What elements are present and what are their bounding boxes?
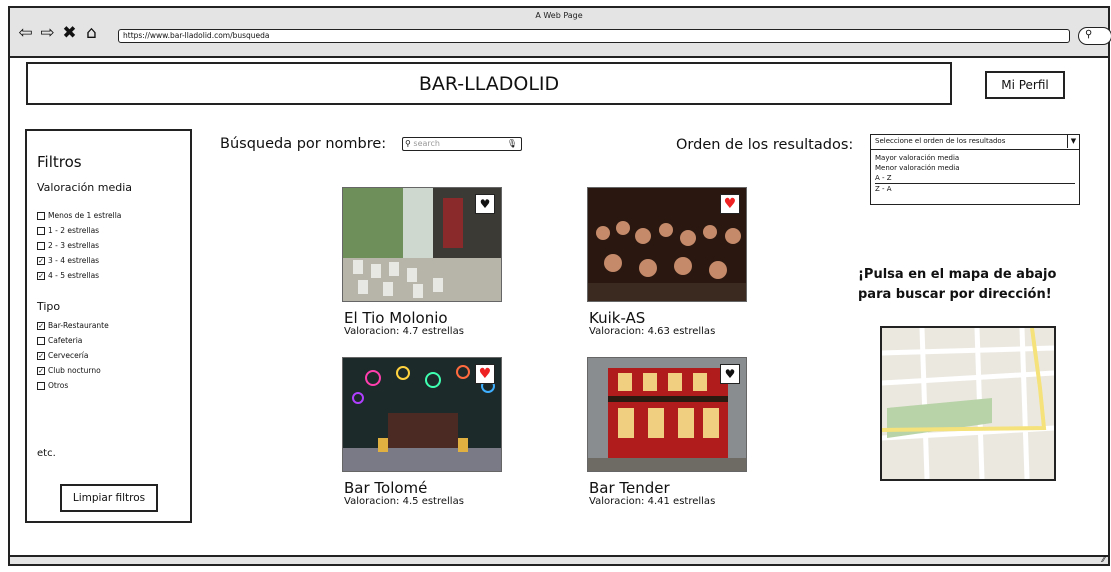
close-icon[interactable]: ✖	[60, 23, 79, 43]
add-favorite-icon[interactable]: ♥︎	[720, 364, 740, 384]
type-option-4[interactable]: Otros	[37, 381, 68, 390]
resize-grip-icon[interactable]: ⁄⁄	[1102, 556, 1105, 564]
checkbox-checked[interactable]: ✓	[37, 351, 45, 360]
filters-etc: etc.	[37, 448, 56, 459]
nav-buttons: ⇦ ⇨ ✖ ⌂	[16, 23, 101, 43]
site-header: BAR-LLADOLID	[26, 62, 952, 105]
rating-option-0[interactable]: Menos de 1 estrella	[37, 211, 121, 220]
url-bar[interactable]: https://www.bar-lladolid.com/busqueda	[118, 29, 1070, 43]
checkbox-label: 1 - 2 estrellas	[48, 226, 100, 235]
browser-titlebar: A Web Page ⇦ ⇨ ✖ ⌂ https://www.bar-llado…	[10, 8, 1111, 58]
bar-name[interactable]: Kuik-AS	[589, 309, 645, 327]
checkbox[interactable]	[37, 381, 45, 390]
order-option[interactable]: A - Z	[875, 173, 1075, 183]
checkbox-label: Menos de 1 estrella	[48, 211, 122, 220]
checkbox[interactable]	[37, 336, 45, 345]
bar-rating: Valoracion: 4.41 estrellas	[589, 496, 716, 507]
status-bar: ⁄⁄	[10, 555, 1108, 564]
window-title: A Web Page	[535, 11, 583, 20]
order-option[interactable]: Mayor valoración media	[875, 153, 1075, 163]
filters-title: Filtros	[37, 153, 82, 171]
checkbox[interactable]	[37, 211, 45, 220]
type-option-0[interactable]: ✓ Bar-Restaurante	[37, 321, 109, 330]
type-section-title: Tipo	[37, 300, 61, 313]
search-label: Búsqueda por nombre:	[220, 136, 387, 152]
checkbox-label: 2 - 3 estrellas	[48, 241, 100, 250]
bar-name[interactable]: El Tio Molonio	[344, 309, 448, 327]
rating-option-1[interactable]: 1 - 2 estrellas	[37, 226, 99, 235]
checkbox-label: Cafeteria	[48, 336, 83, 345]
order-option[interactable]: Z - A	[875, 184, 1075, 194]
clear-filters-button[interactable]: Limpiar filtros	[60, 484, 158, 512]
search-icon[interactable]: ⚲	[1078, 27, 1111, 45]
checkbox-label: 4 - 5 estrellas	[48, 271, 100, 280]
order-option[interactable]: Menor valoración media	[875, 163, 1075, 173]
rating-section-title: Valoración media	[37, 181, 133, 194]
checkbox-checked[interactable]: ✓	[37, 256, 45, 265]
result-card[interactable]: ♥︎ El Tio Molonio Valoracion: 4.7 estrel…	[342, 187, 542, 347]
result-card[interactable]: ♥ Kuik-AS Valoracion: 4.63 estrellas	[587, 187, 787, 347]
forward-icon[interactable]: ⇨	[38, 23, 57, 43]
bar-photo[interactable]: ♥	[587, 187, 747, 302]
favorite-heart-icon[interactable]: ♥	[475, 364, 495, 384]
bar-name[interactable]: Bar Tender	[589, 479, 670, 497]
bar-photo[interactable]: ♥	[342, 357, 502, 472]
checkbox-checked[interactable]: ✓	[37, 366, 45, 375]
checkbox[interactable]	[37, 241, 45, 250]
address-map[interactable]	[880, 326, 1056, 481]
map-prompt: ¡Pulsa en el mapa de abajo para buscar p…	[858, 267, 1057, 302]
search-icon: ⚲	[405, 139, 411, 148]
type-option-1[interactable]: Cafeteria	[37, 336, 82, 345]
type-option-3[interactable]: ✓ Club nocturno	[37, 366, 101, 375]
bar-rating: Valoracion: 4.63 estrellas	[589, 326, 716, 337]
checkbox-checked[interactable]: ✓	[37, 321, 45, 330]
favorite-heart-icon[interactable]: ♥	[720, 194, 740, 214]
bar-name[interactable]: Bar Tolomé	[344, 479, 427, 497]
rating-option-2[interactable]: 2 - 3 estrellas	[37, 241, 99, 250]
map-image	[882, 328, 1054, 479]
order-label: Orden de los resultados:	[676, 137, 854, 153]
search-placeholder: search	[413, 139, 440, 148]
rating-option-3[interactable]: ✓ 3 - 4 estrellas	[37, 256, 99, 265]
bar-rating: Valoracion: 4.7 estrellas	[344, 326, 464, 337]
back-icon[interactable]: ⇦	[16, 23, 35, 43]
checkbox-label: Club nocturno	[48, 366, 101, 375]
checkbox[interactable]	[37, 226, 45, 235]
result-card[interactable]: ♥︎ Bar Tender Valoracion: 4.41 estrellas	[587, 357, 787, 517]
bar-rating: Valoracion: 4.5 estrellas	[344, 496, 464, 507]
chevron-down-icon[interactable]: ▼	[1067, 135, 1079, 148]
site-title: BAR-LLADOLID	[418, 73, 560, 95]
order-dropdown-list: Mayor valoración media Menor valoración …	[870, 150, 1080, 205]
rating-option-4[interactable]: ✓ 4 - 5 estrellas	[37, 271, 99, 280]
bar-photo[interactable]: ♥︎	[342, 187, 502, 302]
checkbox-label: Cervecería	[48, 351, 89, 360]
filters-panel: Filtros Valoración media Menos de 1 estr…	[25, 129, 192, 523]
order-selected-value: Seleccione el orden de los resultados	[875, 137, 1006, 145]
add-favorite-icon[interactable]: ♥︎	[475, 194, 495, 214]
order-select[interactable]: Seleccione el orden de los resultados ▼	[870, 134, 1080, 150]
checkbox-label: Bar-Restaurante	[48, 321, 109, 330]
checkbox-label: 3 - 4 estrellas	[48, 256, 100, 265]
type-option-2[interactable]: ✓ Cervecería	[37, 351, 89, 360]
checkbox-label: Otros	[48, 381, 69, 390]
home-icon[interactable]: ⌂	[82, 23, 101, 43]
bar-photo[interactable]: ♥︎	[587, 357, 747, 472]
checkbox-checked[interactable]: ✓	[37, 271, 45, 280]
search-input[interactable]: ⚲ search 🎙︎	[402, 137, 522, 151]
microphone-icon[interactable]: 🎙︎	[507, 138, 517, 149]
profile-button[interactable]: Mi Perfil	[985, 71, 1065, 99]
result-card[interactable]: ♥ Bar Tolomé Valoracion: 4.5 estrellas	[342, 357, 542, 517]
